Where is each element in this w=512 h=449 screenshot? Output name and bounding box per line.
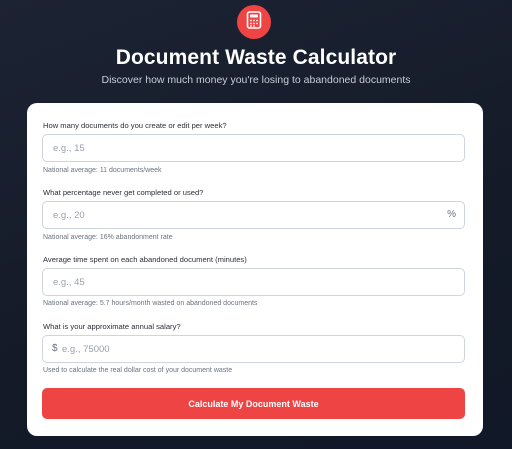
abandonment-percentage-hint: National average: 16% abandonment rate [43,234,173,241]
page-subtitle: Discover how much money you're losing to… [101,74,411,86]
percent-suffix: % [447,209,456,220]
time-per-document-input[interactable] [43,269,464,295]
abandonment-percentage-label: What percentage never get completed or u… [43,188,204,197]
calculate-button[interactable]: Calculate My Document Waste [42,388,465,419]
time-per-document-hint: National average: 5.7 hours/month wasted… [43,300,258,307]
documents-per-week-field [42,134,465,162]
annual-salary-label: What is your approximate annual salary? [43,322,181,331]
calculator-icon [246,10,262,34]
annual-salary-hint: Used to calculate the real dollar cost o… [43,367,233,374]
abandonment-percentage-input[interactable] [43,202,464,228]
annual-salary-field: $ [42,335,465,363]
annual-salary-input[interactable] [43,336,464,362]
documents-per-week-hint: National average: 11 documents/week [43,167,162,174]
documents-per-week-label: How many documents do you create or edit… [43,121,227,130]
time-per-document-field [42,268,465,296]
calculator-logo [237,5,271,39]
time-per-document-label: Average time spent on each abandoned doc… [43,255,247,264]
abandonment-percentage-field: % [42,201,465,229]
documents-per-week-input[interactable] [43,135,464,161]
calculator-form: How many documents do you create or edit… [27,103,483,436]
dollar-prefix: $ [52,343,58,354]
page-title: Document Waste Calculator [115,46,397,69]
